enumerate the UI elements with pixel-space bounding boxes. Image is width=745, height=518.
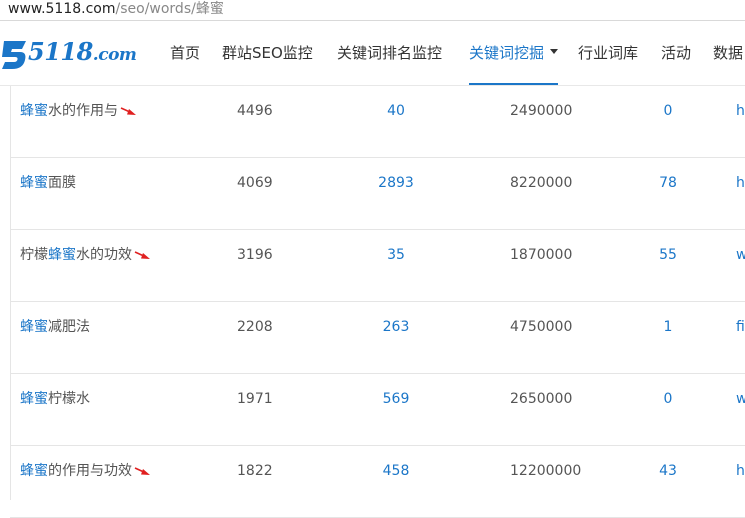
nav-item-industry-lexicon[interactable]: 行业词库 [578, 21, 638, 85]
bid-count-link[interactable]: 55 [638, 230, 698, 301]
site-link[interactable]: h [736, 446, 745, 517]
keyword-cell[interactable]: 柠檬蜂蜜水的功效 [20, 230, 151, 301]
index-value: 1971 [237, 391, 273, 407]
count-link[interactable]: 2893 [356, 158, 436, 229]
site-link[interactable]: h [736, 158, 745, 229]
keyword-cell[interactable]: 蜂蜜水的作用与 [20, 86, 137, 157]
browser-address-bar[interactable]: www.5118.com/seo/words/蜂蜜 [0, 0, 745, 21]
results-value: 8220000 [510, 175, 573, 191]
index-value: 4496 [237, 103, 273, 119]
site-link[interactable]: w [736, 230, 745, 301]
site-link[interactable]: w [736, 374, 745, 445]
table-row: 蜂蜜水的作用与 4496 40 2490000 0 h [10, 86, 745, 158]
red-arrow-icon [120, 107, 136, 115]
red-arrow-icon [134, 467, 150, 475]
index-value: 2208 [237, 319, 273, 335]
count-link[interactable]: 35 [356, 230, 436, 301]
index-value: 1822 [237, 463, 273, 479]
count-link[interactable]: 40 [356, 86, 436, 157]
table-row: 蜂蜜面膜 4069 2893 8220000 78 h [10, 158, 745, 230]
bid-count-link[interactable]: 43 [638, 446, 698, 517]
nav-item-activities[interactable]: 活动 [661, 21, 691, 85]
site-header: 5118.com 首页 群站SEO监控 关键词排名监控 关键词挖掘 行业词库 活… [0, 21, 745, 86]
site-link[interactable]: fi [736, 302, 745, 373]
keyword-cell[interactable]: 蜂蜜减肥法 [20, 302, 90, 373]
count-link[interactable]: 569 [356, 374, 436, 445]
nav-item-home[interactable]: 首页 [170, 21, 200, 85]
chevron-down-icon [550, 49, 559, 54]
table-row: 蜂蜜减肥法 2208 263 4750000 1 fi [10, 302, 745, 374]
table-row: 蜂蜜的作用与功效 1822 458 12200000 43 h [10, 446, 745, 518]
count-link[interactable]: 263 [356, 302, 436, 373]
5118-logo-icon [2, 41, 26, 69]
site-logo[interactable]: 5118.com [0, 35, 150, 71]
nav-item-data[interactable]: 数据 [713, 21, 743, 85]
bid-count-link[interactable]: 1 [638, 302, 698, 373]
red-arrow-icon [134, 251, 150, 259]
index-value: 3196 [237, 247, 273, 263]
bid-count-link[interactable]: 0 [638, 86, 698, 157]
site-link[interactable]: h [736, 86, 745, 157]
bid-count-link[interactable]: 0 [638, 374, 698, 445]
url-host: www.5118.com [8, 1, 116, 17]
keyword-table: 蜂蜜水的作用与 4496 40 2490000 0 h 蜂蜜面膜 4069 28… [10, 86, 745, 518]
url-path: /seo/words/蜂蜜 [115, 1, 224, 17]
bid-count-link[interactable]: 78 [638, 158, 698, 229]
results-value: 2490000 [510, 103, 573, 119]
keyword-cell[interactable]: 蜂蜜柠檬水 [20, 374, 90, 445]
nav-item-keyword-mining[interactable]: 关键词挖掘 [469, 21, 559, 85]
count-link[interactable]: 458 [356, 446, 436, 517]
results-value: 12200000 [510, 463, 582, 479]
results-value: 2650000 [510, 391, 573, 407]
keyword-cell[interactable]: 蜂蜜的作用与功效 [20, 446, 151, 517]
table-row: 蜂蜜柠檬水 1971 569 2650000 0 w [10, 374, 745, 446]
address-url[interactable]: www.5118.com/seo/words/蜂蜜 [8, 0, 224, 18]
logo-text: 5118.com [28, 37, 137, 66]
keyword-cell[interactable]: 蜂蜜面膜 [20, 158, 76, 229]
nav-item-keyword-rank-monitor[interactable]: 关键词排名监控 [337, 21, 442, 85]
results-value: 4750000 [510, 319, 573, 335]
nav-item-site-seo-monitor[interactable]: 群站SEO监控 [222, 21, 313, 85]
index-value: 4069 [237, 175, 273, 191]
results-value: 1870000 [510, 247, 573, 263]
table-row: 柠檬蜂蜜水的功效 3196 35 1870000 55 w [10, 230, 745, 302]
